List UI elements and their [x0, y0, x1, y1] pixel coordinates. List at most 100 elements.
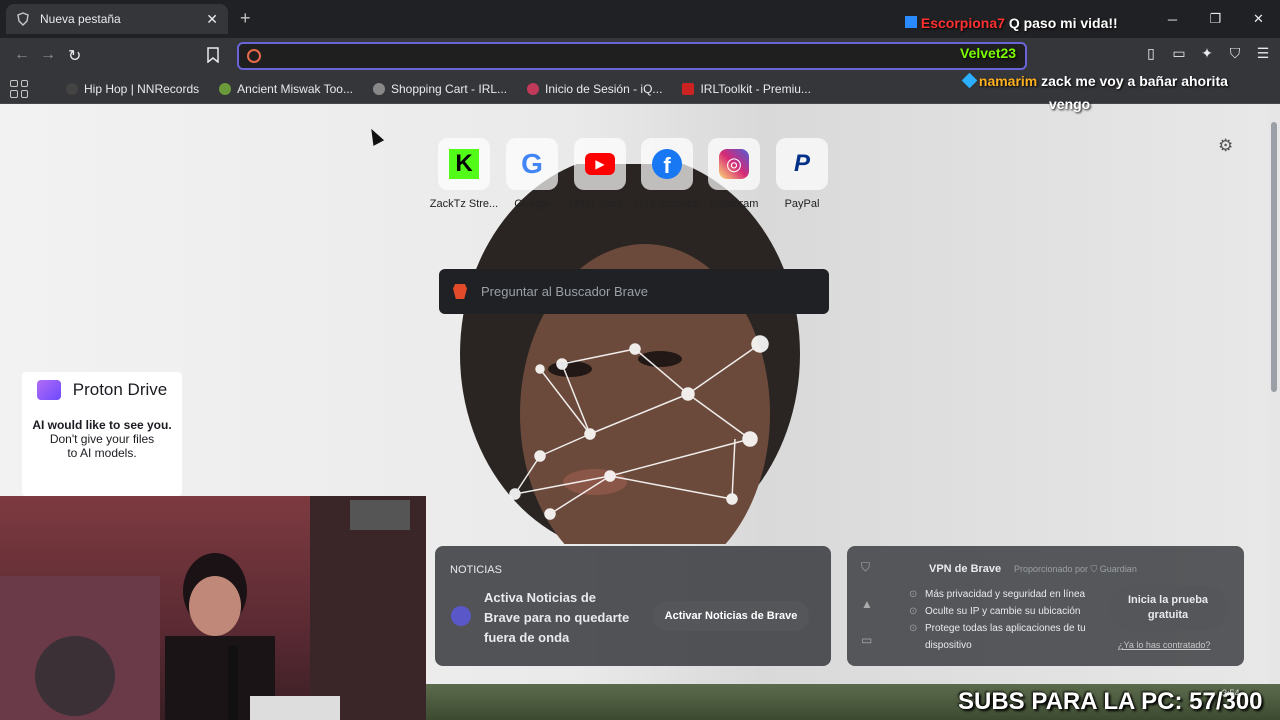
chat-username: Escorpiona7 — [920, 15, 1005, 31]
news-title: NOTICIAS — [450, 564, 502, 576]
bookmark-label: Hip Hop | NNRecords — [84, 81, 200, 96]
miswak-icon — [219, 82, 232, 95]
webcam-overlay — [0, 496, 426, 720]
shortcut-zacktz[interactable]: K ZackTz Stre... — [429, 138, 499, 210]
shield-icon[interactable]: ⛉ — [861, 560, 873, 575]
toolbar-icons: ▯ ▭ ✦ ⛉ ☰ — [1142, 44, 1272, 62]
video-icon[interactable]: ▭ — [861, 633, 873, 647]
window-controls: ─ ❐ ✕ — [1151, 0, 1280, 38]
brave-search-icon — [247, 49, 261, 63]
brave-lion-icon — [453, 284, 467, 299]
chat-text: zack me voy a bañar ahorita — [1041, 73, 1228, 89]
news-card: NOTICIAS Activa Noticias de Brave para n… — [435, 546, 831, 666]
close-window-button[interactable]: ✕ — [1237, 0, 1280, 38]
proton-line: to AI models. — [67, 446, 137, 460]
new-tab-button[interactable]: + — [240, 8, 251, 29]
forward-button[interactable]: → — [40, 46, 56, 64]
brave-shield-icon — [16, 12, 30, 26]
kick-icon: K — [449, 149, 479, 179]
facebook-icon: f — [652, 149, 682, 179]
maximize-button[interactable]: ❐ — [1194, 0, 1237, 38]
shortcut-google[interactable]: G Google — [497, 138, 567, 210]
proton-drive-ad[interactable]: Proton Drive AI would like to see you. D… — [22, 372, 182, 496]
paypal-icon-tile: P — [776, 138, 828, 190]
proton-ad-text: AI would like to see you. Don't give you… — [22, 418, 182, 460]
vpn-trial-button[interactable]: Inicia la prueba gratuita — [1108, 586, 1228, 630]
shortcut-label: (386) YouT... — [569, 198, 631, 210]
back-button[interactable]: ← — [14, 46, 30, 64]
proton-line: AI would like to see you. — [32, 418, 172, 432]
tab-new-tab[interactable]: Nueva pestaña ✕ — [6, 4, 228, 34]
vpn-feature: ⊙ Oculte su IP y cambie su ubicación — [909, 603, 1097, 620]
vpn-feature: ⊙ Más privacidad y seguridad en línea — [909, 586, 1097, 603]
search-placeholder: Preguntar al Buscador Brave — [481, 284, 648, 299]
instagram-icon-tile: ◎ — [708, 138, 760, 190]
vpn-features: ⊙ Más privacidad y seguridad en línea ⊙ Oc… — [909, 586, 1097, 654]
youtube-icon: ▶ — [585, 153, 615, 175]
news-icon — [451, 606, 471, 626]
shortcut-instagram[interactable]: ◎ Instagram — [699, 138, 769, 210]
proton-brand: Proton Drive — [22, 380, 182, 400]
google-icon: G — [521, 148, 543, 179]
proton-drive-icon — [36, 380, 61, 400]
bookmark-item[interactable]: Shopping Cart - IRL... — [372, 82, 507, 96]
irltoolkit-icon — [682, 82, 695, 95]
settings-gear-icon[interactable]: ⚙ — [1218, 136, 1233, 156]
taskbar-clock: 3:54 — [1222, 688, 1240, 698]
chat-username: Velvet23 — [960, 45, 1017, 61]
vpn-feature-text: Más privacidad y seguridad en línea — [925, 589, 1086, 600]
check-icon: ⊙ — [909, 623, 918, 634]
close-icon[interactable]: ✕ — [206, 11, 218, 28]
enable-news-button[interactable]: Activar Noticias de Brave — [653, 601, 809, 631]
chat-badge-icon — [961, 72, 978, 89]
shortcut-youtube[interactable]: ▶ (386) YouT... — [565, 138, 635, 210]
bookmark-label: Ancient Miswak Too... — [237, 81, 353, 96]
tab-title: Nueva pestaña — [40, 12, 121, 26]
bookmark-item[interactable]: Ancient Miswak Too... — [219, 82, 353, 96]
bookmark-icon[interactable] — [206, 47, 220, 68]
chat-username: namarim — [978, 73, 1038, 89]
vpn-title: VPN de Brave — [929, 563, 1002, 575]
globe-icon — [372, 82, 385, 95]
news-text: Activa Noticias de Brave para no quedart… — [484, 590, 630, 645]
chat-message: Velvet23 — [960, 45, 1016, 61]
bookmark-item[interactable]: Hip Hop | NNRecords — [66, 82, 199, 96]
streamer-webcam-image — [0, 496, 426, 720]
proton-line: Don't give your files — [49, 432, 155, 446]
address-bar[interactable] — [237, 42, 1027, 70]
chat-text: Q paso mi vida!! — [1008, 15, 1118, 31]
instagram-icon: ◎ — [719, 149, 749, 179]
shortcut-label: Google — [514, 198, 550, 210]
menu-icon[interactable]: ☰ — [1254, 44, 1272, 62]
apps-grid-icon[interactable] — [10, 79, 28, 98]
minimize-button[interactable]: ─ — [1151, 0, 1194, 38]
vpn-shield-icon[interactable]: ⛉ — [1226, 44, 1244, 62]
address-input[interactable] — [269, 46, 949, 66]
shortcut-paypal[interactable]: P PayPal — [767, 138, 837, 210]
chat-message-continuation: vengo — [1049, 96, 1091, 112]
scrollbar-thumb[interactable] — [1271, 122, 1277, 392]
facebook-icon-tile: f — [641, 138, 693, 190]
sidebar-icon[interactable]: ▯ — [1142, 44, 1160, 62]
chat-message: namarim zack me voy a bañar ahorita — [961, 72, 1228, 89]
bookmark-label: Inicio de Sesión - iQ... — [545, 81, 663, 96]
chat-message: Escorpiona7 Q paso mi vida!! — [905, 15, 1118, 31]
vpn-already-link[interactable]: ¿Ya lo has contratado? — [1118, 640, 1210, 650]
toolbar: ← → ↻ ▯ ▭ ✦ ⛉ ☰ — [0, 38, 1280, 74]
vpn-card: ⛉ ▲ ▭ VPN de Brave Proporcionado por ⛉ G… — [847, 546, 1244, 666]
reload-button[interactable]: ↻ — [68, 46, 81, 66]
vpn-provider: Proporcionado por ⛉ Guardian — [1014, 564, 1137, 574]
shortcut-label: Instagram — [709, 198, 759, 210]
shortcut-facebook[interactable]: f (7) Facebook — [632, 138, 702, 210]
bookmark-item[interactable]: IRLToolkit - Premiu... — [682, 81, 811, 96]
brave-search-box[interactable]: Preguntar al Buscador Brave — [439, 269, 829, 314]
check-icon: ⊙ — [909, 589, 918, 600]
leo-ai-icon[interactable]: ✦ — [1198, 44, 1216, 62]
page-scrollbar[interactable] — [1268, 104, 1280, 684]
bookmark-item[interactable]: Inicio de Sesión - iQ... — [527, 82, 662, 96]
bookmark-label: IRLToolkit - Premiu... — [700, 81, 811, 96]
wallet-icon[interactable]: ▭ — [1170, 44, 1188, 62]
warning-icon[interactable]: ▲ — [861, 597, 873, 611]
widget-switcher: ⛉ ▲ ▭ — [861, 560, 873, 647]
iq-icon — [527, 82, 540, 95]
